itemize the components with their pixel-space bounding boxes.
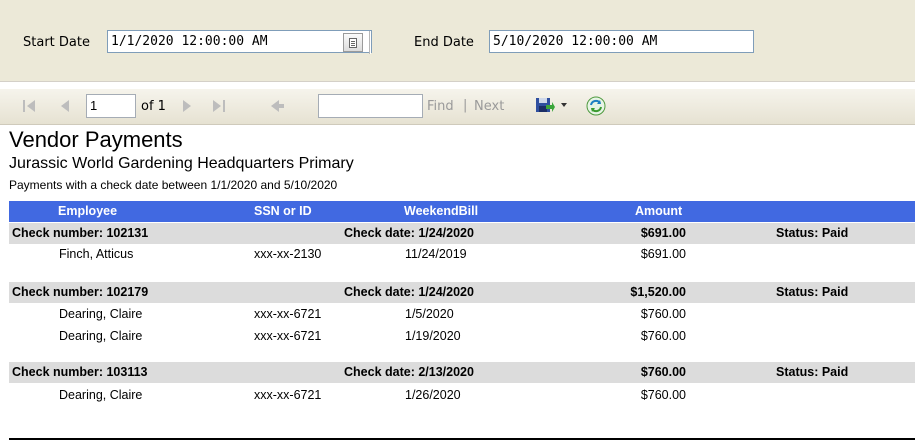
check-number: Check number: 102131 xyxy=(12,226,149,240)
column-header-row: Employee SSN or ID WeekendBill Amount xyxy=(9,201,915,222)
find-next-separator: | xyxy=(463,98,468,113)
check-total: $1,520.00 xyxy=(630,285,686,299)
find-next-link[interactable]: Next xyxy=(474,99,504,114)
export-save-icon[interactable] xyxy=(535,96,555,114)
find-link[interactable]: Find xyxy=(427,99,454,114)
report-toolbar: 1 of 1 Find | Next xyxy=(0,89,915,125)
page-number-input[interactable]: 1 xyxy=(86,94,136,118)
start-date-divider xyxy=(369,31,371,54)
column-header-employee: Employee xyxy=(58,204,118,218)
refresh-icon[interactable] xyxy=(586,96,606,116)
payment-weekend-bill: 1/19/2020 xyxy=(405,329,461,343)
payment-weekend-bill: 1/26/2020 xyxy=(405,388,461,402)
payment-amount: $760.00 xyxy=(640,329,686,343)
payment-row: Dearing, Claire xxx-xx-6721 1/5/2020 $76… xyxy=(9,304,915,325)
report-title: Vendor Payments xyxy=(9,127,183,152)
payment-row: Dearing, Claire xxx-xx-6721 1/19/2020 $7… xyxy=(9,326,915,347)
previous-page-icon[interactable] xyxy=(61,100,69,112)
report-body: Vendor Payments Jurassic World Gardening… xyxy=(0,126,915,443)
payment-employee: Dearing, Claire xyxy=(59,388,143,402)
column-header-weekendbill: WeekendBill xyxy=(404,204,479,218)
end-date-input[interactable]: 5/10/2020 12:00:00 AM xyxy=(489,30,754,53)
end-date-label: End Date xyxy=(414,35,474,50)
export-dropdown-arrow-icon[interactable] xyxy=(561,103,567,107)
payment-employee: Dearing, Claire xyxy=(59,329,143,343)
report-description: Payments with a check date between 1/1/2… xyxy=(9,178,338,192)
check-number: Check number: 102179 xyxy=(12,285,149,299)
check-status: Status: Paid xyxy=(776,285,849,299)
column-header-amount: Amount xyxy=(635,204,683,218)
payment-weekend-bill: 1/5/2020 xyxy=(405,307,454,321)
payment-row: Dearing, Claire xxx-xx-6721 1/26/2020 $7… xyxy=(9,385,915,406)
check-date: Check date: 2/13/2020 xyxy=(344,365,474,379)
payment-ssn: xxx-xx-2130 xyxy=(254,247,322,261)
check-group-row: Check number: 102131 Check date: 1/24/20… xyxy=(9,223,915,244)
column-header-ssn: SSN or ID xyxy=(254,204,312,218)
payment-amount: $691.00 xyxy=(640,247,686,261)
check-date: Check date: 1/24/2020 xyxy=(344,285,474,299)
check-group-row: Check number: 102179 Check date: 1/24/20… xyxy=(9,282,915,303)
payment-row: Finch, Atticus xxx-xx-2130 11/24/2019 $6… xyxy=(9,244,915,265)
find-text-input[interactable] xyxy=(318,94,423,118)
report-bottom-rule xyxy=(9,438,915,440)
check-total: $760.00 xyxy=(640,365,686,379)
payment-ssn: xxx-xx-6721 xyxy=(254,307,322,321)
parameter-area: Start Date 1/1/2020 12:00:00 AM End Date… xyxy=(0,0,915,82)
payment-employee: Dearing, Claire xyxy=(59,307,143,321)
report-subtitle: Jurassic World Gardening Headquarters Pr… xyxy=(9,155,354,172)
check-total: $691.00 xyxy=(640,226,686,240)
payment-weekend-bill: 11/24/2019 xyxy=(405,247,467,261)
start-date-input[interactable]: 1/1/2020 12:00:00 AM xyxy=(107,30,372,53)
check-status: Status: Paid xyxy=(776,365,849,379)
payment-ssn: xxx-xx-6721 xyxy=(254,388,322,402)
payment-employee: Finch, Atticus xyxy=(59,247,134,261)
check-number: Check number: 103113 xyxy=(12,365,148,379)
page-count-label: of 1 xyxy=(141,99,166,114)
calendar-icon[interactable] xyxy=(343,33,363,52)
check-group-row: Check number: 103113 Check date: 2/13/20… xyxy=(9,362,915,383)
payment-ssn: xxx-xx-6721 xyxy=(254,329,322,343)
check-date: Check date: 1/24/2020 xyxy=(344,226,474,240)
start-date-label: Start Date xyxy=(23,35,90,50)
check-status: Status: Paid xyxy=(776,226,849,240)
next-page-icon[interactable] xyxy=(183,100,191,112)
payment-amount: $760.00 xyxy=(640,307,686,321)
payment-amount: $760.00 xyxy=(640,388,686,402)
